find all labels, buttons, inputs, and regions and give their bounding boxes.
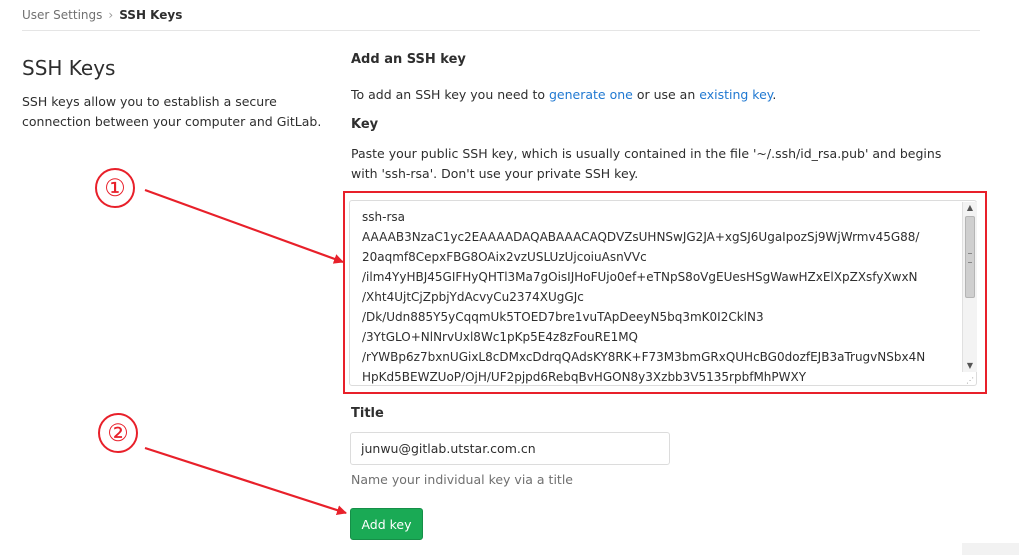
generate-one-link[interactable]: generate one	[549, 87, 633, 102]
add-ssh-key-section: Add an SSH key To add an SSH key you nee…	[351, 52, 971, 102]
chevron-right-icon: ›	[108, 8, 114, 22]
add-key-button[interactable]: Add key	[350, 508, 423, 540]
form-intro: To add an SSH key you need to generate o…	[351, 87, 971, 102]
form-heading: Add an SSH key	[351, 52, 466, 67]
corner-tag	[962, 543, 1019, 555]
breadcrumb: User Settings › SSH Keys	[22, 0, 980, 31]
key-label: Key	[351, 117, 379, 132]
annotation-highlight-box	[343, 191, 987, 394]
annotation-step-2: ②	[98, 413, 138, 453]
intro-text-prefix: To add an SSH key you need to	[351, 87, 549, 102]
intro-text-suffix: .	[772, 87, 777, 102]
breadcrumb-ssh-keys[interactable]: SSH Keys	[119, 8, 182, 22]
key-help-text: Paste your public SSH key, which is usua…	[351, 146, 942, 181]
title-input[interactable]	[350, 432, 670, 465]
title-label: Title	[351, 406, 384, 421]
settings-sidebar-info: SSH Keys SSH keys allow you to establish…	[22, 56, 322, 132]
annotation-arrow-1	[144, 188, 344, 264]
annotation-arrow-2	[144, 446, 347, 515]
page-description: SSH keys allow you to establish a secure…	[22, 94, 322, 129]
page-title: SSH Keys	[22, 56, 116, 80]
intro-text-middle: or use an	[632, 87, 700, 102]
annotation-step-1: ①	[95, 168, 135, 208]
title-help-text: Name your individual key via a title	[351, 472, 573, 487]
breadcrumb-user-settings[interactable]: User Settings	[22, 8, 102, 22]
existing-key-link[interactable]: existing key	[699, 87, 772, 102]
